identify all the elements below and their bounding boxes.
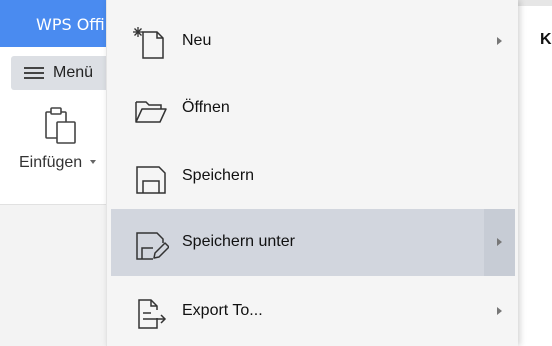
paste-dropdown-caret-icon[interactable] [90, 160, 96, 164]
paste-button-label[interactable]: Einfügen [19, 154, 82, 172]
submenu-arrow-icon [497, 37, 502, 45]
submenu-arrow-icon [497, 307, 502, 315]
save-icon [136, 166, 166, 194]
menu-item-save[interactable]: Speichern [111, 143, 515, 210]
clipboard-icon[interactable] [42, 107, 78, 145]
menu-button-label: Menü [53, 64, 94, 81]
save-as-icon [136, 232, 169, 260]
menu-item-label: Öffnen [182, 99, 230, 116]
menu-item-export[interactable]: Export To... [111, 278, 515, 345]
document-area [0, 205, 106, 346]
right-panel-letter: K [540, 31, 552, 48]
menu-item-open[interactable]: Öffnen [111, 75, 515, 142]
menu-button[interactable]: Menü [11, 56, 106, 90]
new-document-icon [133, 27, 164, 59]
menu-item-save-as[interactable]: Speichern unter [111, 209, 515, 276]
menu-item-label: Export To... [182, 302, 263, 319]
file-menu-dropdown: Neu Öffnen Speichern Speichern unter Exp… [106, 0, 518, 346]
export-icon [138, 299, 167, 329]
menu-item-label: Speichern [182, 167, 255, 184]
title-bar: WPS Offi [0, 0, 106, 47]
right-panel: K [518, 0, 552, 346]
menu-item-new[interactable]: Neu [111, 8, 515, 75]
menu-item-label: Speichern unter [182, 233, 295, 250]
menu-item-label: Neu [182, 32, 212, 49]
app-title: WPS Offi [36, 15, 105, 34]
folder-open-icon [135, 101, 167, 123]
hamburger-icon [24, 67, 44, 80]
submenu-arrow-icon [497, 238, 502, 246]
